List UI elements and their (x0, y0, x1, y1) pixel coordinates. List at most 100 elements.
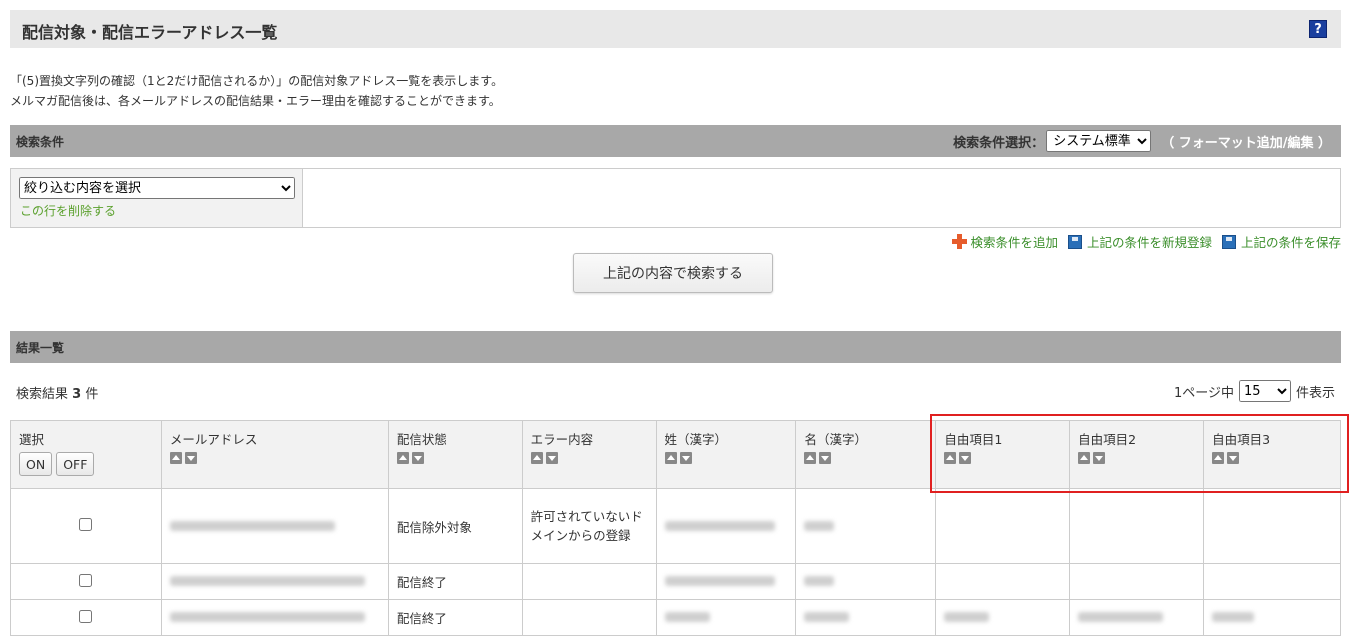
col-free-1-label: 自由項目1 (944, 432, 1003, 447)
results-header: 結果一覧 (10, 331, 1341, 363)
last-name-cell (655, 563, 797, 600)
error-cell (521, 599, 657, 636)
table-row: 配信終了 (10, 599, 1341, 636)
redacted-email (169, 576, 365, 586)
sort-asc-icon[interactable] (804, 452, 817, 464)
result-count-prefix: 検索結果 (16, 387, 69, 402)
free-1-cell (935, 563, 1071, 600)
search-button[interactable]: 上記の内容で検索する (573, 253, 773, 293)
help-icon[interactable]: ? (1309, 20, 1327, 38)
sort-asc-icon[interactable] (396, 452, 409, 464)
condition-select[interactable]: システム標準 (1046, 130, 1152, 152)
sort-desc-icon[interactable] (679, 452, 692, 464)
col-free-2: 自由項目2 (1069, 420, 1205, 489)
col-error: エラー内容 (521, 420, 657, 489)
row-checkbox[interactable] (79, 573, 93, 587)
sort-controls (804, 452, 927, 464)
select-all-on-button[interactable]: ON (19, 452, 53, 476)
sort-asc-icon[interactable] (530, 452, 543, 464)
results-label: 結果一覧 (16, 341, 65, 355)
redacted-value (804, 520, 835, 531)
filter-row-left: 絞り込む内容を選択 この行を削除する (11, 169, 303, 227)
free-2-cell (1069, 488, 1205, 564)
table-header-row: 選択 ON OFF メールアドレス 配信状態 エラー内容 姓（漢字） 名（漢字）… (10, 420, 1341, 489)
sort-desc-icon[interactable] (819, 452, 832, 464)
status-cell: 配信終了 (387, 563, 523, 600)
sort-controls (530, 452, 648, 464)
table-row: 配信終了 (10, 563, 1341, 600)
search-conditions-header: 検索条件 検索条件選択： システム標準 （ フォーマット追加/編集 ） (10, 125, 1341, 157)
row-checkbox[interactable] (79, 518, 93, 531)
search-actions: 検索条件を追加 上記の条件を新規登録 上記の条件を保存 (942, 232, 1341, 251)
col-select: 選択 ON OFF (10, 420, 162, 489)
condition-select-area: 検索条件選択： システム標準 （ フォーマット追加/編集 ） (953, 130, 1331, 152)
redacted-value (944, 612, 990, 622)
col-select-label: 選択 (19, 432, 45, 447)
sort-asc-icon[interactable] (169, 452, 182, 464)
first-name-cell (795, 563, 937, 600)
format-edit-link[interactable]: （ フォーマット追加/編集 ） (1161, 132, 1331, 151)
table-row: 配信除外対象 許可されていないドメインからの登録 (10, 488, 1341, 564)
save-condition-link[interactable]: 上記の条件を保存 (1221, 232, 1341, 251)
col-last-name: 姓（漢字） (655, 420, 797, 489)
redacted-email (169, 612, 365, 622)
redacted-value (1078, 612, 1164, 622)
redacted-value (664, 576, 775, 586)
free-3-cell (1203, 599, 1341, 636)
sort-asc-icon[interactable] (944, 452, 957, 464)
col-free-3: 自由項目3 (1203, 420, 1341, 489)
error-cell (521, 563, 657, 600)
page-title: 配信対象・配信エラーアドレス一覧 (22, 23, 278, 42)
sort-desc-icon[interactable] (184, 452, 197, 464)
email-cell (160, 563, 389, 600)
description-line-2: メルマガ配信後は、各メールアドレスの配信結果・エラー理由を確認することができます… (10, 94, 501, 108)
row-select-cell (10, 599, 162, 636)
row-select-cell (10, 488, 162, 564)
col-first-name-label: 名（漢字） (804, 432, 867, 447)
add-condition-link[interactable]: 検索条件を追加 (952, 232, 1058, 251)
per-page-select[interactable]: 15 (1238, 380, 1291, 402)
register-new-condition-label: 上記の条件を新規登録 (1086, 235, 1212, 250)
email-cell (160, 488, 389, 564)
col-status: 配信状態 (387, 420, 523, 489)
select-all-off-button[interactable]: OFF (56, 452, 95, 476)
redacted-value (664, 520, 775, 531)
page-header: 配信対象・配信エラーアドレス一覧 ? (10, 10, 1341, 48)
page-description: 「(5)置換文字列の確認（1と2だけ配信されるか）」の配信対象アドレス一覧を表示… (10, 71, 503, 111)
sort-asc-icon[interactable] (1078, 452, 1091, 464)
free-2-cell (1069, 563, 1205, 600)
sort-desc-icon[interactable] (411, 452, 424, 464)
delete-row-link[interactable]: この行を削除する (20, 202, 116, 219)
email-cell (160, 599, 389, 636)
per-page-suffix: 件表示 (1295, 385, 1335, 401)
col-email-label: メールアドレス (169, 432, 258, 447)
free-1-cell (935, 488, 1071, 564)
per-page-control: 1ページ中 15 件表示 (1174, 380, 1335, 402)
free-3-cell (1203, 563, 1341, 600)
free-2-cell (1069, 599, 1205, 636)
error-cell: 許可されていないドメインからの登録 (521, 488, 657, 564)
results-table: 選択 ON OFF メールアドレス 配信状態 エラー内容 姓（漢字） 名（漢字）… (10, 420, 1341, 636)
sort-desc-icon[interactable] (1227, 452, 1240, 464)
sort-desc-icon[interactable] (959, 452, 972, 464)
per-page-prefix: 1ページ中 (1173, 385, 1234, 401)
sort-controls (169, 452, 380, 464)
filter-field-select[interactable]: 絞り込む内容を選択 (19, 177, 295, 199)
row-checkbox[interactable] (79, 609, 93, 623)
plus-icon (952, 234, 968, 249)
description-line-1: 「(5)置換文字列の確認（1と2だけ配信されるか）」の配信対象アドレス一覧を表示… (10, 74, 504, 88)
redacted-email (169, 520, 335, 531)
col-free-2-label: 自由項目2 (1078, 432, 1137, 447)
redacted-value (804, 612, 850, 622)
sort-asc-icon[interactable] (1212, 452, 1225, 464)
sort-desc-icon[interactable] (545, 452, 558, 464)
col-free-3-label: 自由項目3 (1212, 432, 1271, 447)
first-name-cell (795, 488, 937, 564)
register-new-condition-link[interactable]: 上記の条件を新規登録 (1067, 232, 1212, 251)
redacted-value (1212, 612, 1255, 622)
sort-asc-icon[interactable] (664, 452, 677, 464)
redacted-value (804, 576, 835, 586)
free-1-cell (935, 599, 1071, 636)
sort-desc-icon[interactable] (1093, 452, 1106, 464)
col-error-label: エラー内容 (530, 432, 594, 447)
